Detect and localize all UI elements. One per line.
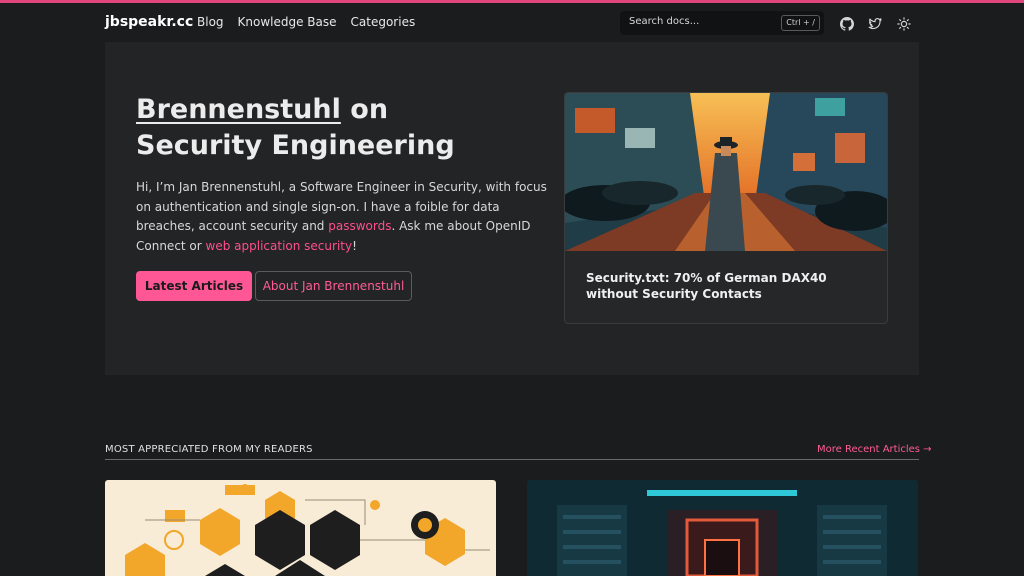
featured-article-image <box>565 93 887 251</box>
search-shortcut-badge: Ctrl + / <box>781 15 820 31</box>
article-card-1-image <box>105 480 496 576</box>
nav-item-blog[interactable]: Blog <box>197 15 224 29</box>
nav-item-categories[interactable]: Categories <box>351 15 416 29</box>
site-brand[interactable]: jbspeakr.cc <box>105 14 193 30</box>
section-divider <box>105 459 919 460</box>
article-card-2[interactable] <box>527 480 918 576</box>
sun-icon[interactable] <box>897 17 911 31</box>
twitter-icon[interactable] <box>868 17 882 31</box>
main-nav: Blog Knowledge Base Categories <box>197 15 415 29</box>
github-icon[interactable] <box>840 17 854 31</box>
featured-article-title[interactable]: Security.txt: 70% of German DAX40 withou… <box>586 270 876 302</box>
about-author-button[interactable]: About Jan Brennenstuhl <box>255 271 412 301</box>
article-card-2-image <box>527 480 918 576</box>
more-recent-articles-link[interactable]: More Recent Articles → <box>817 444 932 455</box>
hero-intro-text-3: ! <box>352 238 357 253</box>
section-heading: MOST APPRECIATED FROM MY READERS <box>105 444 313 455</box>
hero-section: Brennenstuhl on Security Engineering Hi,… <box>105 42 919 375</box>
search-placeholder: Search docs... <box>629 16 700 27</box>
web-application-security-link[interactable]: web application security <box>206 239 353 253</box>
passwords-link[interactable]: passwords <box>328 219 391 233</box>
search-input[interactable]: Search docs... Ctrl + / <box>620 11 824 35</box>
nav-item-knowledge-base[interactable]: Knowledge Base <box>238 15 337 29</box>
hero-title-name-link[interactable]: Brennenstuhl <box>136 94 341 125</box>
site-header: jbspeakr.cc Blog Knowledge Base Categori… <box>0 3 1024 41</box>
hero-title: Brennenstuhl on Security Engineering <box>136 92 496 164</box>
article-card-1[interactable] <box>105 480 496 576</box>
featured-article-card[interactable]: Security.txt: 70% of German DAX40 withou… <box>564 92 888 324</box>
hero-intro: Hi, I’m Jan Brennenstuhl, a Software Eng… <box>136 178 548 256</box>
latest-articles-button[interactable]: Latest Articles <box>136 271 252 301</box>
